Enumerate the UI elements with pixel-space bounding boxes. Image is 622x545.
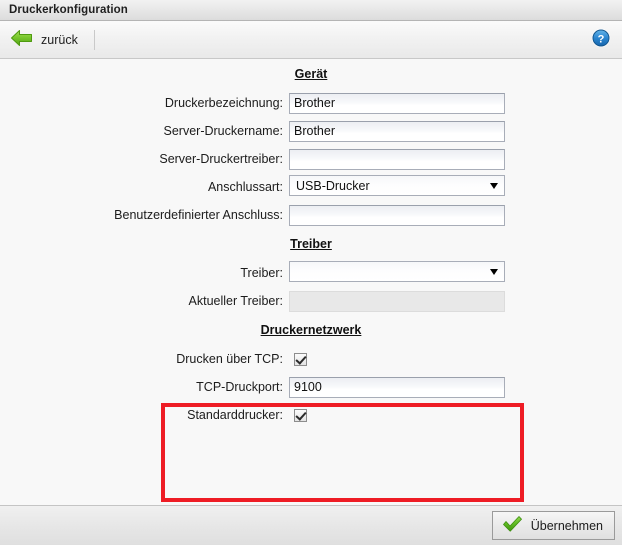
back-button-label: zurück [41, 32, 78, 47]
input-server-druckername[interactable] [289, 120, 505, 142]
section-heading-geraet: Gerät [294, 67, 328, 81]
input-server-druckertreiber[interactable] [289, 148, 505, 170]
label-treiber: Treiber: [240, 266, 283, 280]
checkbox-drucken-ueber-tcp[interactable] [294, 353, 307, 367]
label-tcp-druckport: TCP-Druckport: [196, 380, 283, 394]
apply-button-label: Übernehmen [530, 518, 603, 533]
form-content: Gerät Druckerbezeichnung: Server-Drucker… [0, 59, 622, 505]
select-treiber[interactable] [289, 261, 505, 282]
field-row-anschlussart: Anschlussart: USB-Drucker [0, 173, 622, 201]
arrow-left-icon [10, 28, 34, 51]
help-question-icon: ? [591, 28, 611, 51]
checkbox-standarddrucker[interactable] [294, 409, 307, 423]
section-heading-treiber: Treiber [290, 237, 332, 251]
field-row-druckerbezeichnung: Druckerbezeichnung: [0, 89, 622, 117]
footer-bar: Übernehmen [0, 505, 622, 545]
field-row-drucken-ueber-tcp: Drucken über TCP: [0, 345, 622, 373]
label-standarddrucker: Standarddrucker: [187, 408, 283, 422]
label-anschlussart: Anschlussart: [207, 180, 283, 194]
label-drucken-ueber-tcp: Drucken über TCP: [176, 352, 283, 366]
field-row-tcp-druckport: TCP-Druckport: [0, 373, 622, 401]
field-row-standarddrucker: Standarddrucker: [0, 401, 622, 429]
section-header-row: Treiber [0, 229, 622, 259]
back-button[interactable]: zurück [6, 26, 82, 53]
field-row-treiber: Treiber: [0, 259, 622, 287]
label-aktueller-treiber: Aktueller Treiber: [188, 294, 283, 308]
label-benutzerdefinierter-anschluss: Benutzerdefinierter Anschluss: [114, 208, 283, 222]
section-heading-druckernetzwerk: Druckernetzwerk [260, 323, 362, 337]
label-druckerbezeichnung: Druckerbezeichnung: [164, 96, 283, 110]
label-server-druckername: Server-Druckername: [163, 124, 283, 138]
help-button[interactable]: ? [591, 28, 611, 51]
input-tcp-druckport[interactable] [289, 376, 505, 398]
toolbar-separator [93, 29, 95, 50]
apply-button[interactable]: Übernehmen [491, 511, 615, 540]
svg-text:?: ? [598, 33, 605, 45]
chevron-down-icon [490, 182, 498, 189]
window-titlebar: Druckerkonfiguration [0, 0, 622, 21]
input-benutzerdefinierter-anschluss[interactable] [289, 204, 505, 226]
input-druckerbezeichnung[interactable] [289, 92, 505, 114]
field-row-aktueller-treiber: Aktueller Treiber: [0, 287, 622, 315]
chevron-down-icon [490, 268, 498, 275]
printer-config-form: Gerät Druckerbezeichnung: Server-Drucker… [0, 59, 622, 429]
toolbar: zurück ? [0, 21, 622, 59]
input-aktueller-treiber [289, 290, 505, 312]
window-title: Druckerkonfiguration [9, 4, 128, 16]
section-header-row: Gerät [0, 59, 622, 89]
section-header-row: Druckernetzwerk [0, 315, 622, 345]
field-row-server-druckername: Server-Druckername: [0, 117, 622, 145]
select-anschlussart[interactable]: USB-Drucker [289, 175, 505, 196]
green-check-icon [502, 515, 523, 536]
field-row-benutzerdefinierter-anschluss: Benutzerdefinierter Anschluss: [0, 201, 622, 229]
field-row-server-druckertreiber: Server-Druckertreiber: [0, 145, 622, 173]
label-server-druckertreiber: Server-Druckertreiber: [159, 152, 283, 166]
select-anschlussart-value: USB-Drucker [296, 178, 370, 193]
